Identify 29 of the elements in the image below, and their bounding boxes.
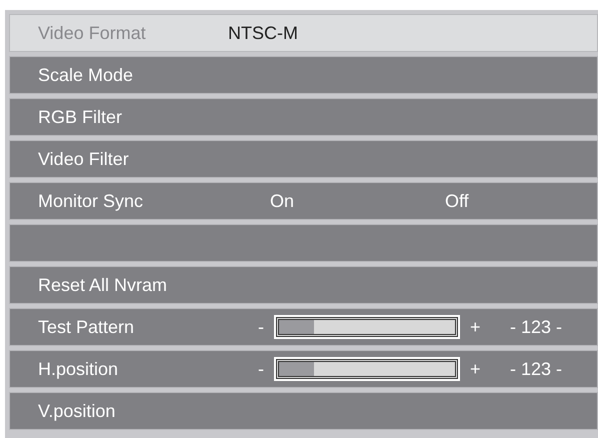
minus-label: -	[258, 358, 265, 380]
menu-row[interactable]: Video Format NTSC-M	[9, 14, 598, 52]
row-label: Video Filter	[38, 148, 130, 170]
row-label: Video Format	[38, 22, 147, 44]
plus-label: +	[470, 358, 482, 380]
slider-track[interactable]	[274, 315, 460, 339]
menu-row[interactable]: Scale Mode	[9, 56, 598, 94]
row-label: Test Pattern	[38, 316, 136, 338]
menu-row[interactable]: Monitor Sync On Off	[9, 182, 598, 220]
menu-row[interactable]: V.position	[9, 392, 598, 430]
slider-track[interactable]	[274, 357, 460, 381]
menu-row[interactable]: Video Filter	[9, 140, 598, 178]
row-label: Scale Mode	[38, 64, 134, 86]
slider-reading: - 123 -	[510, 358, 562, 380]
menu-row[interactable]: Test Pattern - + - 123 -	[9, 308, 598, 346]
menu-row[interactable]: H.position - + - 123 -	[9, 350, 598, 388]
row-value: NTSC-M	[228, 22, 298, 44]
menu-row[interactable]: Reset All Nvram	[9, 266, 598, 304]
option-label[interactable]: On	[270, 188, 445, 214]
minus-label: -	[258, 316, 265, 338]
option-label[interactable]: Off	[445, 188, 469, 214]
slider-reading: - 123 -	[510, 316, 562, 338]
plus-label: +	[470, 316, 482, 338]
row-label: V.position	[38, 400, 116, 423]
row-label: H.position	[38, 358, 120, 381]
row-label: Reset All Nvram	[38, 274, 168, 296]
menu-row[interactable]: RGB Filter	[9, 98, 598, 136]
row-label: Monitor Sync	[38, 190, 144, 213]
row-label: RGB Filter	[38, 106, 124, 128]
